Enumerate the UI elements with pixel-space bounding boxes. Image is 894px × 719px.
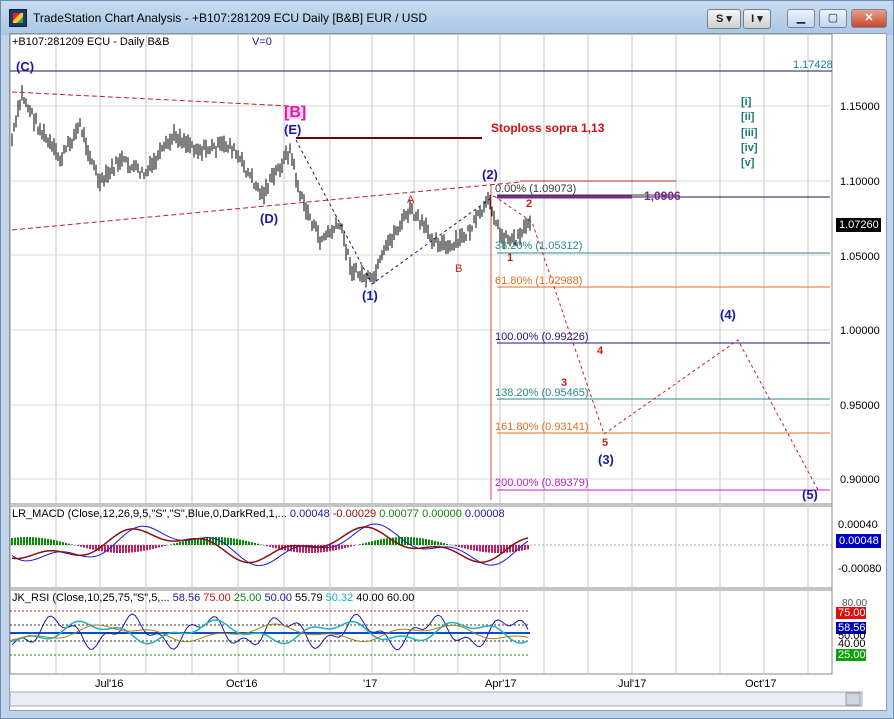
price-axis-label: 0.90000 <box>840 474 880 486</box>
price-axis-label: 1.00000 <box>840 325 880 337</box>
subwave-4-label: 4 <box>597 345 604 357</box>
time-axis-label: Oct'17 <box>745 678 777 690</box>
time-axis-label: '17 <box>363 678 378 690</box>
wave-legend-item: [iii] <box>741 127 758 139</box>
fib-label: 200.00% (0.89379) <box>495 477 589 489</box>
level-1090-label: 1,0906 <box>644 189 681 203</box>
wave-1-label: (1) <box>362 288 378 303</box>
macd-last-value: 0.00048 <box>839 535 879 547</box>
time-axis-label: Oct'16 <box>226 678 258 690</box>
rsi-value: 75.00 <box>203 592 231 604</box>
rsi-value: 25.00 <box>233 592 262 604</box>
wave-c-label: (C) <box>16 59 35 74</box>
wave-legend-item: [i] <box>741 96 752 108</box>
wave-5-label: (5) <box>802 487 818 502</box>
rsi-header: JK_RSI (Close,10,25,75,"S",5,... 58.56 7… <box>12 592 414 604</box>
rsi-value: 40.00 <box>356 592 384 604</box>
wave-e-label: (E) <box>284 122 302 137</box>
wave-legend-item: [iv] <box>741 142 758 154</box>
price-top-label: 1.17428 <box>793 59 833 71</box>
fib-label: 61.80% (1.02988) <box>495 275 583 287</box>
macd-value: -0.00029 <box>332 508 377 520</box>
fib-label: 38.20% (1.05312) <box>495 240 583 252</box>
time-axis-label: Jul'16 <box>95 678 124 690</box>
wave-d-label: (D) <box>260 211 279 226</box>
macd-value: 0.00048 <box>289 508 330 520</box>
macd-axis-label: -0.00080 <box>838 563 882 575</box>
stoploss-label: Stoploss sopra 1,13 <box>491 121 605 135</box>
rsi-title: JK_RSI (Close,10,25,75,"S",5,... <box>12 592 170 604</box>
subwave-5-label: 5 <box>602 437 609 449</box>
price-axis-label: 1.15000 <box>840 101 880 113</box>
time-axis-label: Jul'17 <box>618 678 647 690</box>
rsi-value: 50.32 <box>325 592 354 604</box>
time-axis-label: Apr'17 <box>485 678 517 690</box>
subwave-1-label: 1 <box>507 252 514 264</box>
last-price-value: 1.07260 <box>839 219 879 231</box>
volume-readout: V=0 <box>252 36 272 48</box>
fib-label: 138.20% (0.95465) <box>495 387 589 399</box>
wave-4-label: (4) <box>720 307 736 322</box>
scroll-right-button[interactable] <box>845 692 861 706</box>
rsi-value: 60.00 <box>386 592 415 604</box>
subwave-2-label: 2 <box>526 198 533 210</box>
price-axis-label: 0.95000 <box>840 400 880 412</box>
fib-label: 161.80% (0.93141) <box>495 421 589 433</box>
rsi-value: 58.56 <box>172 592 201 604</box>
macd-value: 0.00008 <box>464 508 505 520</box>
rsi-value: 50.00 <box>264 592 292 604</box>
rsi-tag-label: 25.00 <box>838 649 866 661</box>
price-axis-label: 1.05000 <box>840 251 880 263</box>
wave-b-small-label: B <box>455 263 463 275</box>
horizontal-scrollbar[interactable] <box>9 691 863 707</box>
macd-header: LR_MACD (Close,12,26,9,5,"S","S",Blue,0,… <box>12 508 505 520</box>
chart-canvas <box>9 33 881 707</box>
wave-a-label: A <box>407 194 415 206</box>
rsi-value: 55.79 <box>295 592 323 604</box>
macd-value: 0.00077 <box>379 508 420 520</box>
wave-3-label: (3) <box>598 452 614 467</box>
macd-title: LR_MACD (Close,12,26,9,5,"S","S",Blue,0,… <box>12 508 287 520</box>
fib-label: 100.00% (0.99226) <box>495 331 589 343</box>
wave-b-label: [B] <box>284 104 307 121</box>
macd-value: 0.00000 <box>422 508 462 520</box>
rsi-tag-label: 75.00 <box>838 607 866 619</box>
fib-label: 0.00% (1.09073) <box>495 183 577 195</box>
wave-2-label: (2) <box>482 167 498 182</box>
macd-axis-label: 0.00040 <box>838 519 878 531</box>
wave-legend-item: [v] <box>741 157 755 169</box>
wave-legend-item: [ii] <box>741 111 755 123</box>
price-axis-label: 1.10000 <box>840 176 880 188</box>
symbol-header: +B107:281209 ECU - Daily B&B <box>12 36 170 48</box>
